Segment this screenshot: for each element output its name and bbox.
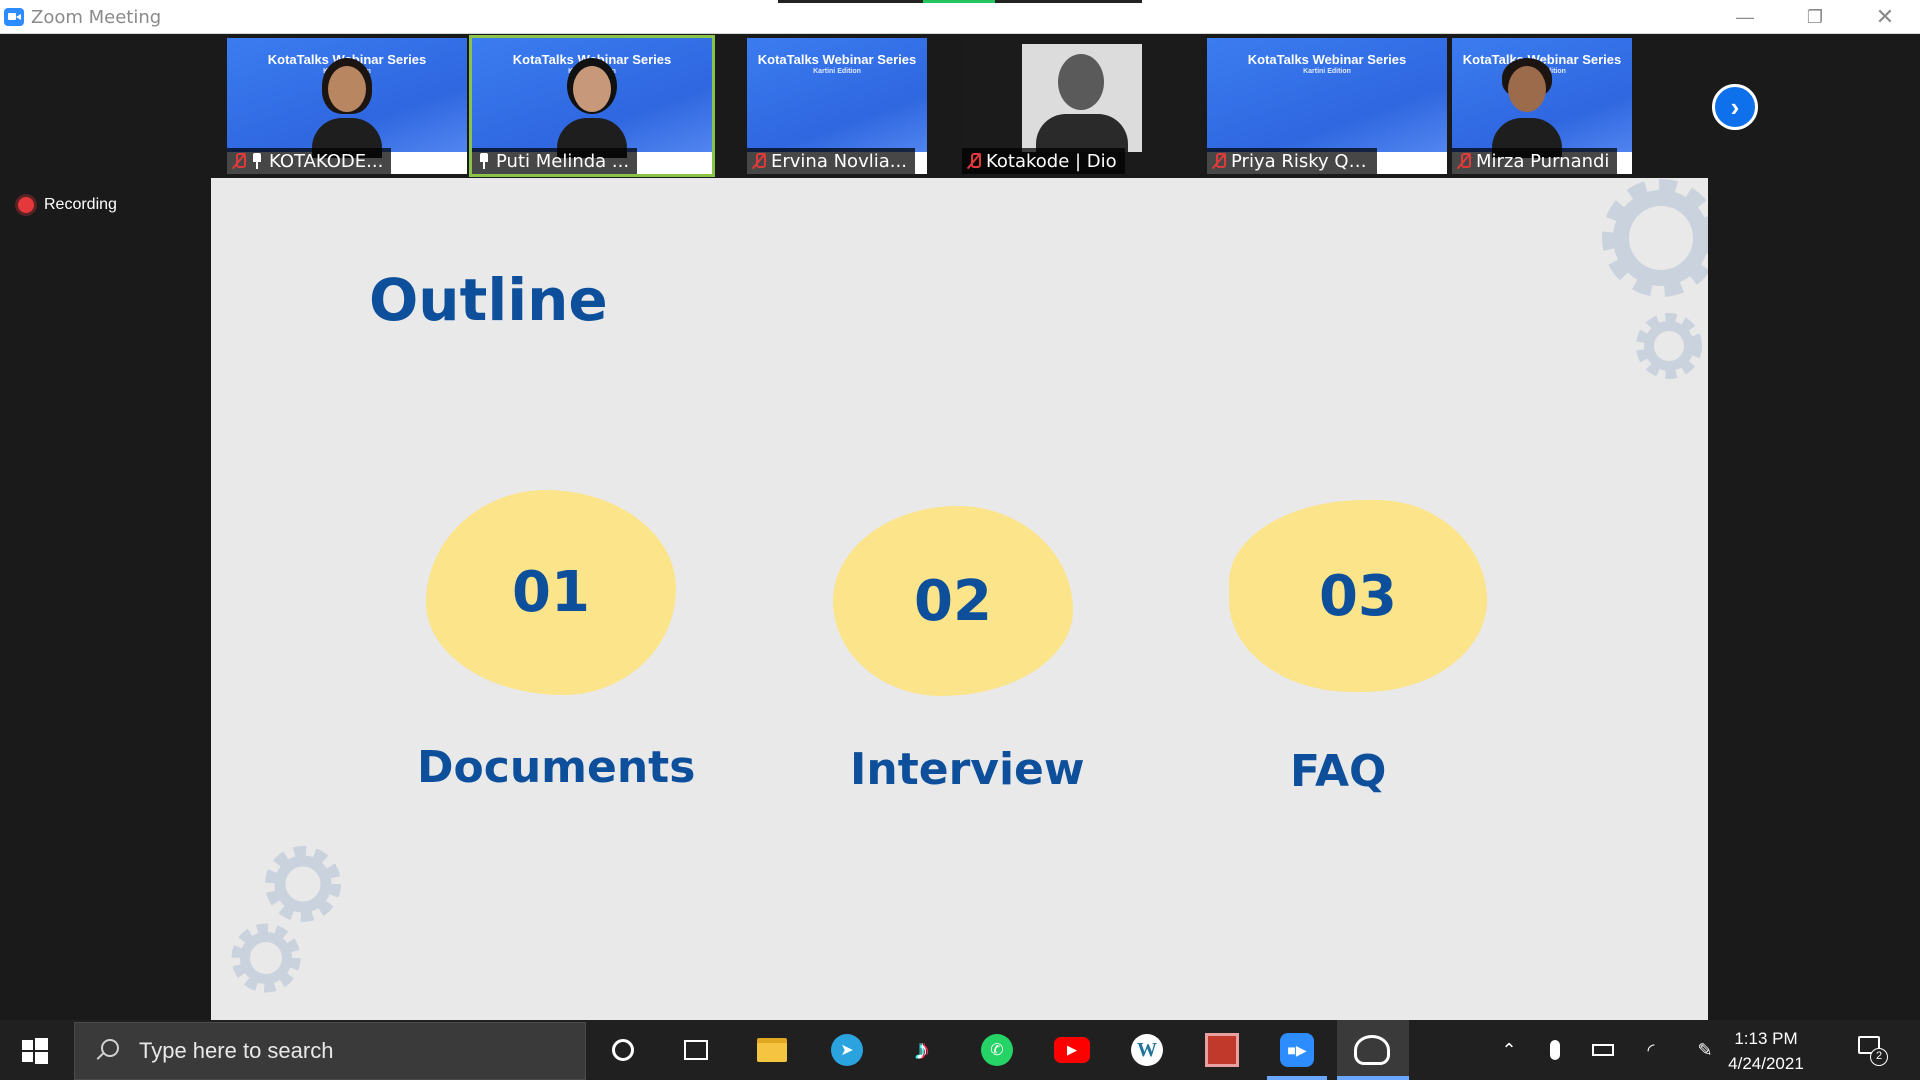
mic-muted-icon bbox=[1213, 152, 1226, 170]
participant-name-tag: Kotakode | Dio bbox=[962, 148, 1125, 174]
close-icon: ✕ bbox=[1875, 4, 1895, 29]
participant-tile[interactable]: KotaTalks Webinar Series Kartini Edition… bbox=[1207, 38, 1447, 174]
taskbar-clock[interactable]: 1:13 PM 4/24/2021 bbox=[1706, 1026, 1826, 1076]
outline-number: 02 bbox=[914, 568, 992, 634]
next-page-button[interactable]: › bbox=[1712, 84, 1758, 130]
pin-icon bbox=[478, 153, 490, 169]
shared-screen-slide: Outline 01 02 03 Documents Interview FAQ bbox=[211, 178, 1708, 1020]
zoom-icon[interactable]: ■▶ bbox=[1279, 1032, 1315, 1068]
start-button[interactable] bbox=[14, 1034, 54, 1066]
recording-dot-icon bbox=[18, 197, 34, 213]
recording-indicator[interactable]: Recording bbox=[18, 196, 117, 214]
participant-name: Priya Risky Qu... bbox=[1231, 150, 1369, 172]
outline-item-label: Documents bbox=[417, 742, 696, 793]
speaker-indicator-strip bbox=[778, 0, 1142, 3]
participant-video bbox=[312, 56, 382, 158]
participant-name: KOTAKODE... bbox=[269, 150, 384, 172]
clock-date: 4/24/2021 bbox=[1728, 1054, 1804, 1073]
gear-icon bbox=[1636, 313, 1702, 379]
participant-name: Kotakode | Dio bbox=[986, 150, 1117, 172]
participant-name-tag: Mirza Purnandi bbox=[1452, 148, 1618, 174]
window-title: Zoom Meeting bbox=[31, 7, 162, 28]
participant-name: Puti Melinda ... bbox=[496, 150, 630, 172]
windows-taskbar: ➤ ♪ ✆ ▶ W ■▶ ⌃ ◜ ✎ 1:13 PM 4/24/2021 2 bbox=[0, 1020, 1920, 1080]
outline-item-label: Interview bbox=[850, 744, 1085, 795]
participant-name-tag: Ervina Novlia... bbox=[747, 148, 915, 174]
outline-number-blob: 02 bbox=[833, 506, 1073, 696]
tile-edition: Kartini Edition bbox=[813, 68, 861, 75]
participant-name-tag: Priya Risky Qu... bbox=[1207, 148, 1377, 174]
telegram-icon[interactable]: ➤ bbox=[829, 1032, 865, 1068]
youtube-icon[interactable]: ▶ bbox=[1054, 1032, 1090, 1068]
mic-muted-icon bbox=[753, 152, 766, 170]
windows-logo-icon bbox=[22, 1040, 33, 1050]
pin-icon bbox=[251, 153, 263, 169]
minimize-icon: — bbox=[1736, 6, 1754, 27]
wordpress-icon[interactable]: W bbox=[1129, 1032, 1165, 1068]
gear-icon bbox=[231, 923, 301, 993]
restore-icon: ❐ bbox=[1806, 6, 1824, 27]
search-icon bbox=[95, 1039, 119, 1063]
tile-series-title: KotaTalks Webinar Series bbox=[757, 52, 917, 67]
search-input[interactable] bbox=[139, 1038, 539, 1064]
slide-title: Outline bbox=[369, 266, 608, 334]
outline-number-blob: 03 bbox=[1229, 500, 1487, 692]
wifi-icon[interactable]: ◜ bbox=[1636, 1020, 1666, 1080]
participant-name: Mirza Purnandi bbox=[1476, 150, 1610, 172]
microphone-icon[interactable] bbox=[1540, 1020, 1570, 1080]
tiktok-icon[interactable]: ♪ bbox=[904, 1032, 940, 1068]
participant-name: Ervina Novlia... bbox=[771, 150, 907, 172]
chevron-right-icon: › bbox=[1730, 91, 1740, 122]
title-bar: Zoom Meeting — ❐ ✕ bbox=[0, 0, 1920, 34]
participant-strip: KotaTalks Webinar Series Kartini Edition… bbox=[222, 34, 1692, 177]
participant-video bbox=[557, 56, 627, 158]
tile-series-title: KotaTalks Webinar Series bbox=[1247, 52, 1407, 67]
notification-center-button[interactable]: 2 bbox=[1856, 1034, 1888, 1066]
whatsapp-icon[interactable]: ✆ bbox=[979, 1032, 1015, 1068]
mic-muted-icon bbox=[233, 152, 246, 170]
close-button[interactable]: ✕ bbox=[1850, 0, 1920, 34]
battery-icon[interactable] bbox=[1588, 1020, 1618, 1080]
participant-tile[interactable]: KotaTalks Webinar Series Kartini Edition… bbox=[1452, 38, 1632, 174]
show-hidden-icons-button[interactable]: ⌃ bbox=[1494, 1020, 1524, 1080]
taskbar-search-box[interactable] bbox=[74, 1022, 586, 1080]
clock-time: 1:13 PM bbox=[1734, 1029, 1798, 1048]
cortana-icon[interactable] bbox=[605, 1032, 641, 1068]
participant-tile-active-speaker[interactable]: KotaTalks Webinar Series Kartini Edition… bbox=[469, 35, 715, 177]
chevron-up-icon: ⌃ bbox=[1501, 1039, 1517, 1060]
participant-tile[interactable]: Kotakode | Dio bbox=[962, 38, 1202, 174]
notification-count: 2 bbox=[1870, 1048, 1888, 1066]
zoom-app-icon bbox=[4, 8, 24, 26]
mic-muted-icon bbox=[968, 152, 981, 170]
gear-icon bbox=[265, 846, 341, 922]
outline-number: 01 bbox=[512, 560, 590, 625]
participant-video bbox=[1022, 44, 1142, 152]
tile-edition: Kartini Edition bbox=[1303, 68, 1351, 75]
photos-icon[interactable] bbox=[1354, 1032, 1390, 1068]
participant-tile[interactable]: KotaTalks Webinar Series Kartini Edition… bbox=[227, 38, 467, 174]
task-view-icon[interactable] bbox=[678, 1032, 714, 1068]
gear-icon bbox=[1602, 179, 1708, 297]
mic-muted-icon bbox=[1458, 152, 1471, 170]
participant-name-tag: Puti Melinda ... bbox=[472, 148, 638, 174]
outline-number-blob: 01 bbox=[426, 490, 676, 695]
participant-video bbox=[1492, 56, 1562, 158]
minimize-button[interactable]: — bbox=[1710, 0, 1780, 34]
restore-button[interactable]: ❐ bbox=[1780, 0, 1850, 34]
file-explorer-icon[interactable] bbox=[754, 1032, 790, 1068]
participant-tile[interactable]: KotaTalks Webinar Series Kartini Edition… bbox=[747, 38, 927, 174]
recording-label: Recording bbox=[44, 196, 117, 213]
outline-number: 03 bbox=[1319, 563, 1397, 629]
outline-item-label: FAQ bbox=[1290, 746, 1387, 797]
participant-name-tag: KOTAKODE... bbox=[227, 148, 392, 174]
calculator-app-icon[interactable] bbox=[1204, 1032, 1240, 1068]
